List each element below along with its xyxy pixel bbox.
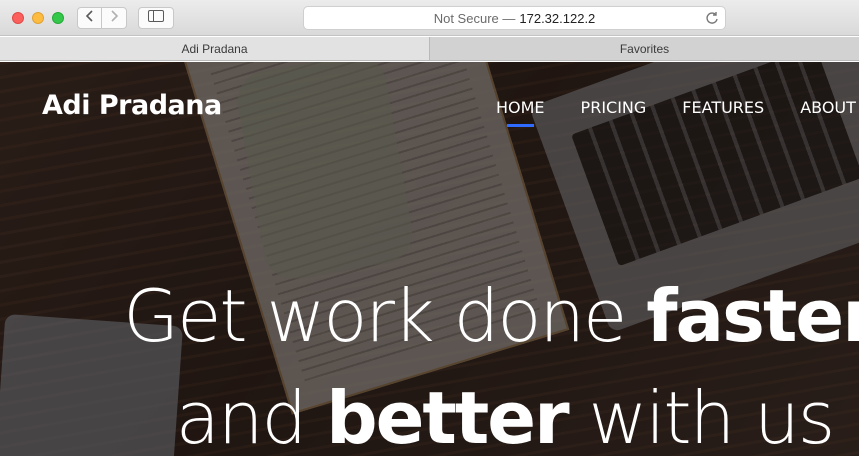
minimize-window-button[interactable] [32,12,44,24]
reload-icon[interactable] [705,11,719,25]
tab-bar: Adi Pradana Favorites [0,37,859,61]
tab-label: Favorites [619,41,670,56]
close-window-button[interactable] [12,12,24,24]
hero-text: Get work done [123,274,647,358]
back-icon [85,9,95,27]
url-host: 172.32.122.2 [519,10,596,26]
back-button[interactable] [77,7,102,29]
forward-icon [109,9,119,27]
address-bar[interactable]: Not Secure — 172.32.122.2 [303,6,726,30]
hero-headline-line1: Get work done faster [70,274,859,358]
security-status: Not Secure — [433,10,516,26]
forward-button[interactable] [102,7,127,29]
site-logo[interactable]: Adi Pradana [42,90,222,121]
hero-text: with us [567,376,835,456]
nav-pricing[interactable]: PRICING [581,98,647,117]
hero-emphasis: better [326,376,570,456]
main-nav: HOME PRICING FEATURES ABOUT [496,98,856,127]
hero-headline-line2: and better with us [75,376,859,456]
tab-favorites[interactable]: Favorites [430,37,859,60]
hero-emphasis: faster [646,274,859,358]
tab-current[interactable]: Adi Pradana [0,37,430,60]
browser-toolbar: Not Secure — 172.32.122.2 [0,0,859,36]
hero-text: and [175,376,327,456]
hero-section: Adi Pradana HOME PRICING FEATURES ABOUT … [0,62,859,456]
zoom-window-button[interactable] [52,12,64,24]
tab-label: Adi Pradana [181,41,248,56]
nav-home[interactable]: HOME [496,98,545,127]
sidebar-button[interactable] [138,7,174,29]
nav-about[interactable]: ABOUT [800,98,856,117]
nav-features[interactable]: FEATURES [682,98,764,117]
sidebar-icon [148,9,164,27]
